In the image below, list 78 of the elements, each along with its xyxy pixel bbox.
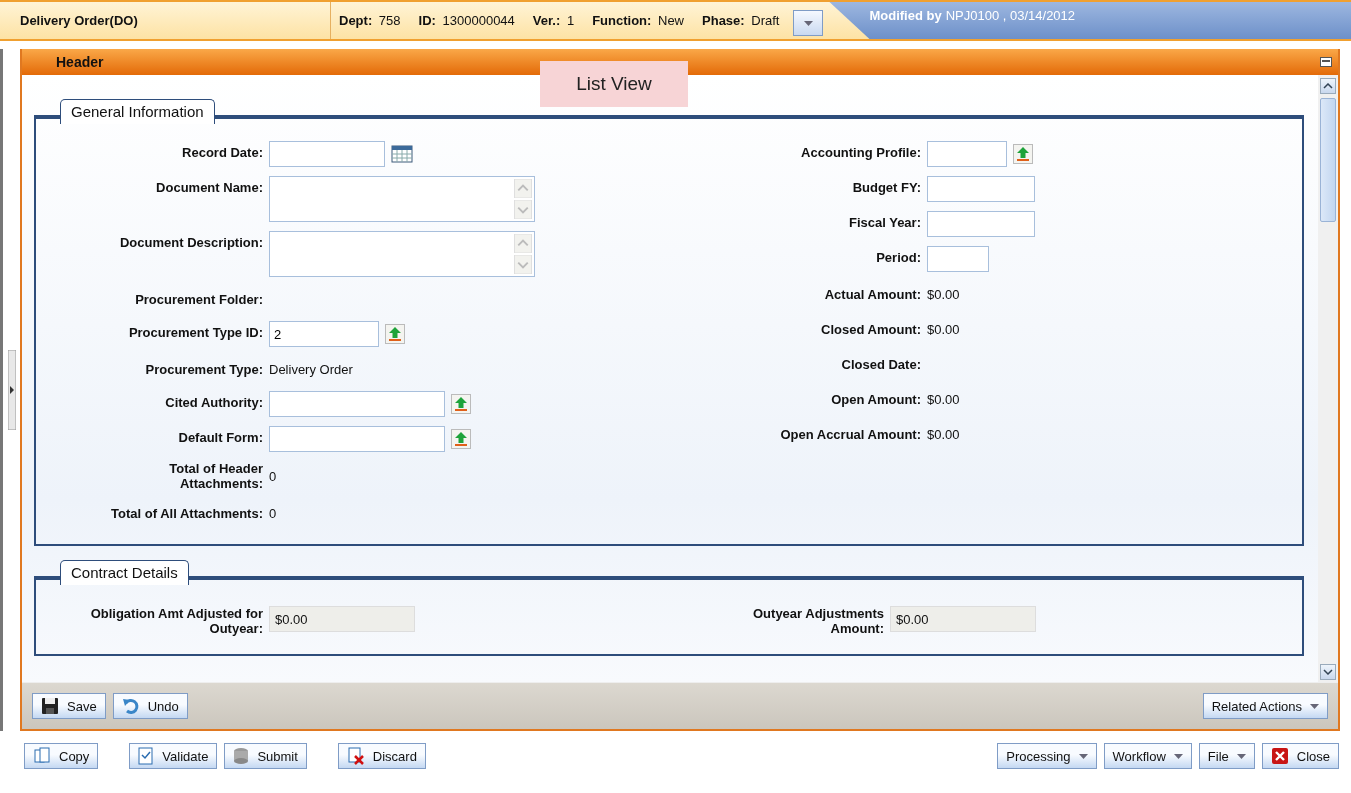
database-icon [233,747,250,765]
action-button[interactable]: Validate [129,743,218,769]
field-value: $0.00 [927,286,960,302]
close-icon [1270,747,1289,765]
caret-icon [1310,703,1319,709]
readonly-field: $0.00 [269,606,415,632]
field-label: Accounting Profile: [800,144,921,162]
lookup-field[interactable] [269,426,445,452]
field-label: Open Accrual Amount: [779,426,921,442]
menu-button[interactable]: Related Actions [1202,693,1328,719]
field-label: Total of All Attachments: [110,505,263,521]
field-label: Record Date: [181,144,263,162]
undo-icon [121,697,140,715]
lookup-field[interactable] [927,141,1007,167]
field-label: Fiscal Year: [847,214,921,232]
lookup-field[interactable] [269,391,445,417]
action-button[interactable]: Close [1261,743,1339,769]
restore-icon[interactable] [1320,57,1332,67]
section-title: Contract Details [60,560,189,585]
field-value: $0.00 [927,391,960,407]
modified-banner: Modified by NPJ0100 , 03/14/2012 [829,2,1351,39]
discard-document-icon [346,747,365,765]
field-value: Delivery Order [269,361,353,377]
input-field[interactable] [927,211,1035,237]
field-label: Closed Amount: [820,321,921,337]
input-field[interactable] [927,246,989,272]
record-date-field[interactable] [269,141,385,167]
document-title: Delivery Order(DO) [0,2,331,39]
header-info: Function: New [592,13,684,28]
field-label: Closed Date: [840,356,921,372]
caret-icon [1236,753,1246,759]
field-label: Procurement Folder: [134,291,263,307]
action-button[interactable]: Undo [112,693,188,719]
menu-button[interactable]: Processing [997,743,1097,769]
dropdown-button[interactable] [793,10,824,36]
menu-button[interactable]: File [1198,743,1255,769]
checklist-icon [138,747,155,765]
field-value: $0.00 [927,426,960,442]
field-value: 0 [269,505,277,521]
action-button[interactable]: Discard [337,743,426,769]
field-label: Cited Authority: [164,394,263,412]
field-label: Obligation Amt Adjusted for Outyear: [89,605,263,636]
caret-icon [1078,753,1088,759]
lookup-field[interactable]: 2 [269,321,379,347]
field-label: Procurement Type ID: [127,324,263,342]
action-button[interactable]: Copy [24,743,99,769]
list-view-tooltip: List View [540,61,688,107]
action-button[interactable]: Save [32,693,106,719]
copy-icon [33,747,51,765]
header-info: Ver.: 1 [532,13,575,28]
panel-title: Header [56,54,104,70]
header-info: Phase: Draft [702,13,780,28]
field-label: Document Name: [155,179,263,197]
menu-button[interactable]: Workflow [1103,743,1192,769]
field-label: Open Amount: [830,391,921,407]
field-label: Budget FY: [851,179,921,197]
caret-icon [803,20,813,26]
input-field[interactable] [927,176,1035,202]
field-label: Procurement Type: [144,361,263,377]
readonly-field: $0.00 [890,606,1036,632]
header-info: Dept: 758 [339,13,401,28]
calendar-icon[interactable] [391,144,413,164]
expand-handle-icon[interactable] [7,350,16,430]
scrollbar-thumb[interactable] [1320,98,1336,222]
field-label: Period: [875,249,921,267]
field-label: Actual Amount: [823,286,921,302]
field-value: $0.00 [927,321,960,337]
field-label: Total of Header Attachments: [168,461,263,491]
field-label: Document Description: [119,234,263,252]
header-info: ID: 1300000044 [418,13,515,28]
section-title: General Information [60,99,215,124]
field-label: Outyear Adjustments Amount: [752,605,884,636]
action-button[interactable]: Submit [224,743,307,769]
scroll-down-icon[interactable] [1323,669,1333,675]
caret-icon [1173,753,1183,759]
scroll-up-icon[interactable] [1323,83,1333,89]
field-value: 0 [269,468,277,484]
field-label: Default Form: [177,429,263,447]
